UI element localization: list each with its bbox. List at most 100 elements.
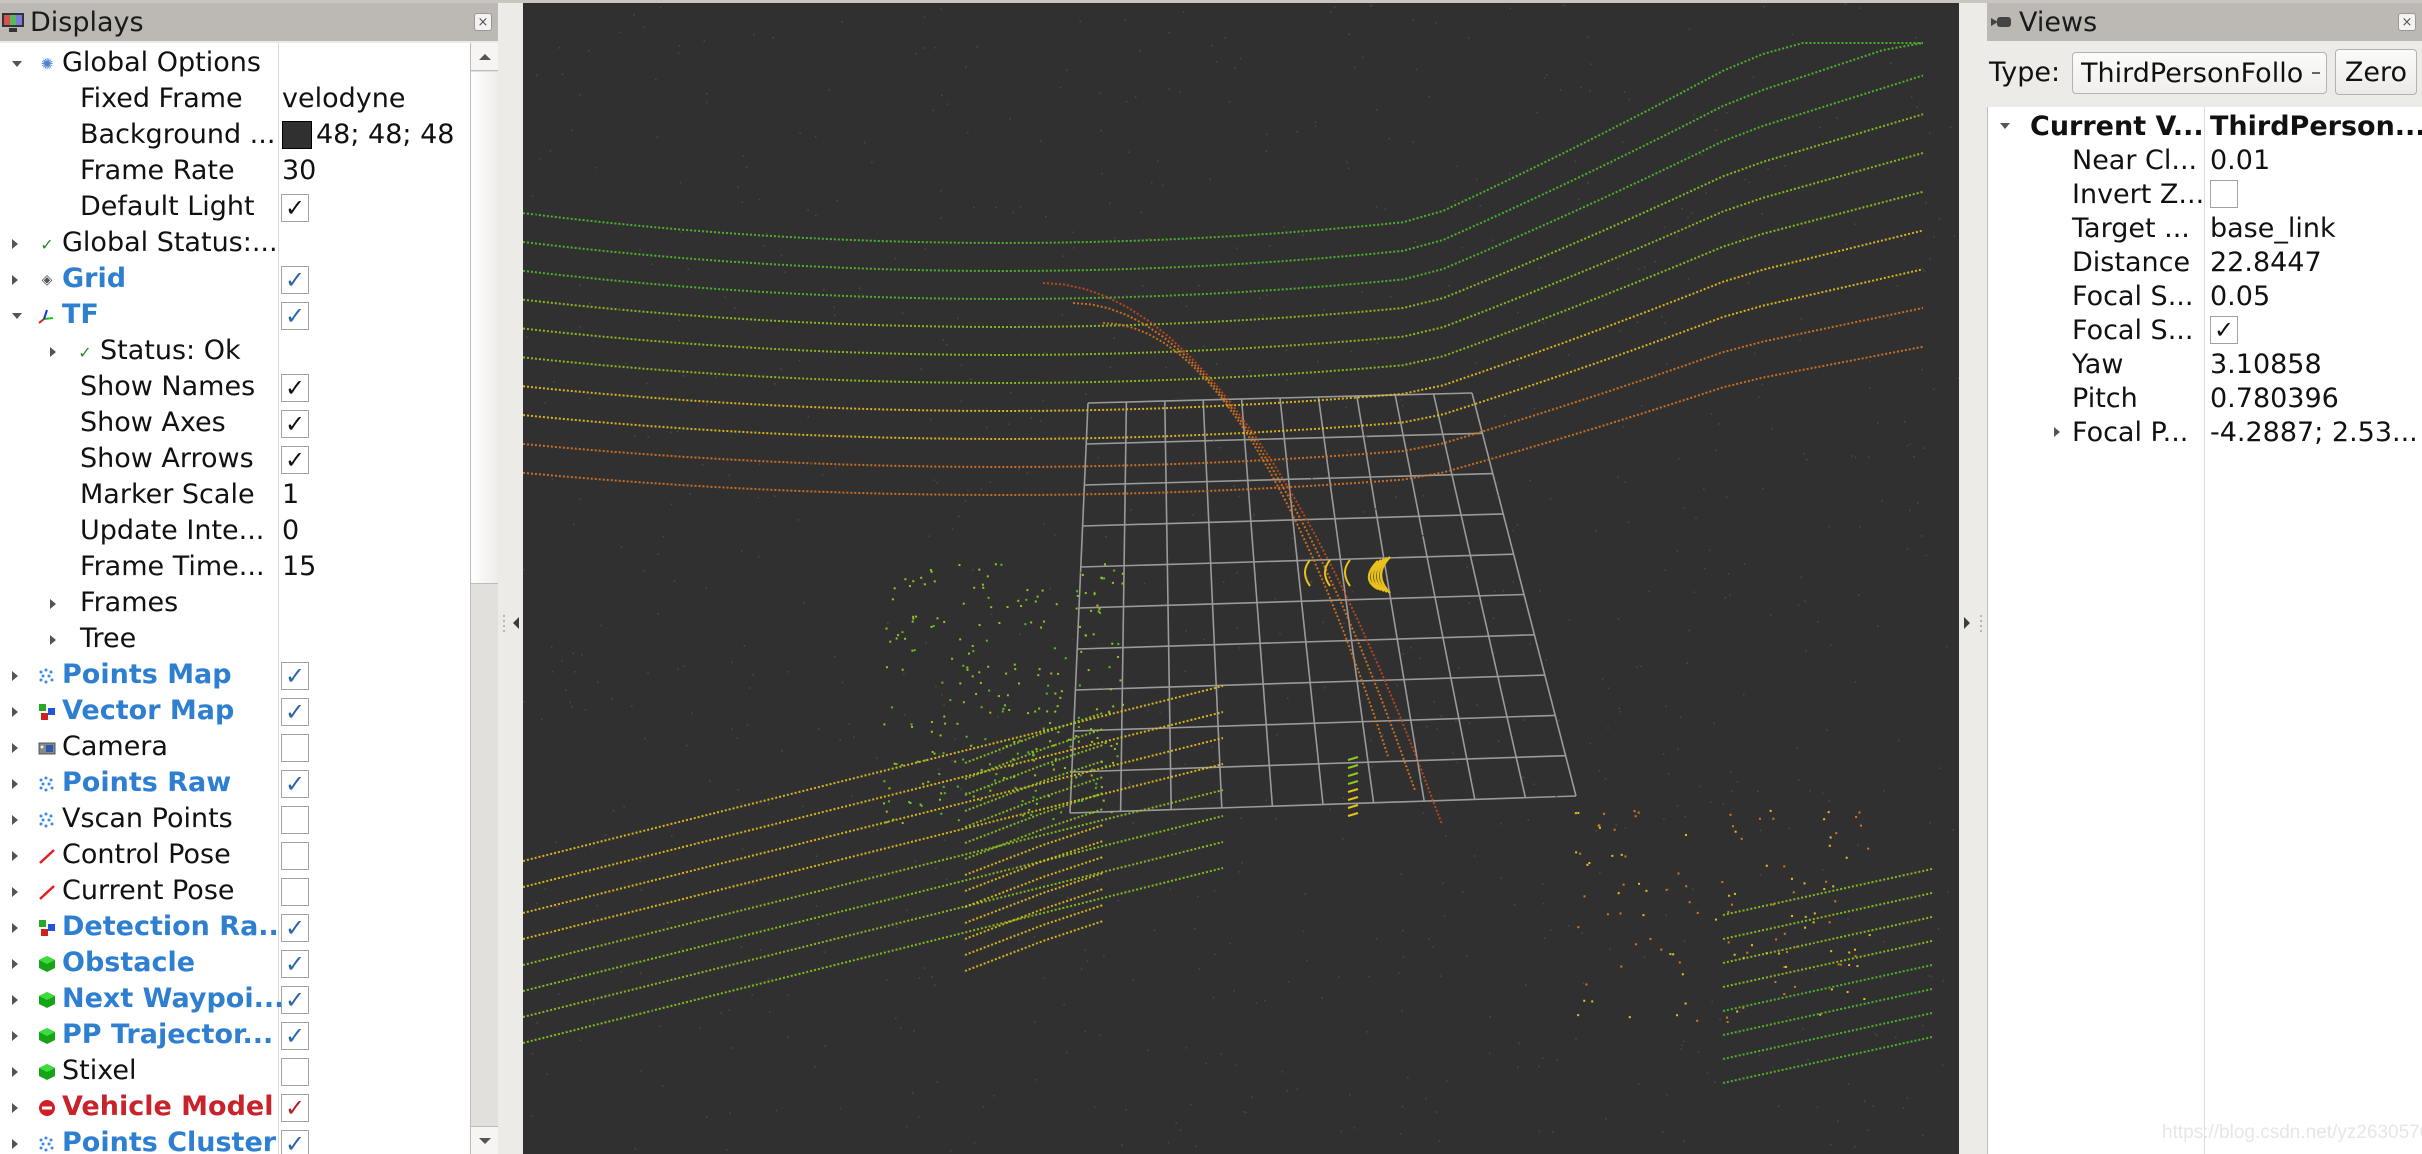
view-row-invert-z[interactable]: Invert Z... [1988,177,2422,211]
view-row-pitch[interactable]: Pitch 0.780396 [1988,381,2422,415]
expand-arrow-icon[interactable] [12,815,18,825]
view-row-near-clip[interactable]: Near Cl... 0.01 [1988,143,2422,177]
display-row-current-pose[interactable]: Current Pose [0,874,470,910]
expand-arrow-icon[interactable] [50,635,56,645]
view-property-checkbox[interactable]: ✓ [2210,316,2238,344]
display-row-camera[interactable]: Camera [0,730,470,766]
display-row-points-map[interactable]: Points Map ✓ [0,658,470,694]
enable-checkbox[interactable]: ✓ [281,1022,309,1050]
enable-checkbox[interactable] [281,806,309,834]
display-value[interactable]: 0 [282,515,299,546]
zero-button[interactable]: Zero [2335,49,2417,95]
collapse-arrow-icon[interactable] [2000,123,2010,129]
view-row-yaw[interactable]: Yaw 3.10858 [1988,347,2422,381]
expand-arrow-icon[interactable] [12,887,18,897]
expand-arrow-icon[interactable] [12,779,18,789]
display-value[interactable]: 15 [282,551,316,582]
expand-arrow-icon[interactable] [12,707,18,717]
display-row-next-waypoint[interactable]: Next Waypoi... ✓ [0,982,470,1018]
scroll-down-button[interactable] [471,1126,498,1154]
display-row-show-names[interactable]: Show Names ✓ [0,370,470,406]
display-value[interactable]: 1 [282,479,299,510]
expand-arrow-icon[interactable] [12,671,18,681]
displays-close-button[interactable]: × [474,13,492,31]
enable-checkbox[interactable]: ✓ [281,374,309,402]
collapse-right-icon[interactable] [1964,617,1970,629]
enable-checkbox[interactable]: ✓ [281,986,309,1014]
view-row-focal-shape-fixed[interactable]: Focal S... ✓ [1988,313,2422,347]
display-row-default-light[interactable]: Default Light ✓ [0,190,470,226]
view-row-distance[interactable]: Distance 22.8447 [1988,245,2422,279]
display-row-tf[interactable]: TF ✓ [0,298,470,334]
display-row-tf-status[interactable]: ✓ Status: Ok [0,334,470,370]
expand-arrow-icon[interactable] [12,1103,18,1113]
collapse-arrow-icon[interactable] [12,61,22,67]
enable-checkbox[interactable]: ✓ [281,1130,309,1154]
display-row-obstacle[interactable]: Obstacle ✓ [0,946,470,982]
expand-arrow-icon[interactable] [50,347,56,357]
display-row-show-axes[interactable]: Show Axes ✓ [0,406,470,442]
expand-arrow-icon[interactable] [12,923,18,933]
enable-checkbox[interactable]: ✓ [281,302,309,330]
display-value[interactable]: 48; 48; 48 [282,119,454,150]
displays-title-bar[interactable]: Displays × [0,3,498,41]
display-row-pp-trajectory[interactable]: PP Trajector... ✓ [0,1018,470,1054]
expand-arrow-icon[interactable] [12,239,18,249]
render-3d-view[interactable] [523,3,1959,1154]
enable-checkbox[interactable]: ✓ [281,1094,309,1122]
expand-arrow-icon[interactable] [12,743,18,753]
display-row-global-options[interactable]: ✺ Global Options [0,46,470,82]
expand-arrow-icon[interactable] [12,1139,18,1149]
expand-arrow-icon[interactable] [50,599,56,609]
enable-checkbox[interactable]: ✓ [281,770,309,798]
current-view-row[interactable]: Current V... ThirdPerson... [1988,109,2422,143]
view-property-value[interactable]: 0.01 [2210,145,2270,176]
display-row-detection-range[interactable]: Detection Ra... ✓ [0,910,470,946]
enable-checkbox[interactable]: ✓ [281,950,309,978]
display-row-background-color[interactable]: Background ... 48; 48; 48 [0,118,470,154]
expand-arrow-icon[interactable] [12,995,18,1005]
display-row-vector-map[interactable]: Vector Map ✓ [0,694,470,730]
display-row-show-arrows[interactable]: Show Arrows ✓ [0,442,470,478]
view-type-select[interactable]: ThirdPersonFollower (rviz) [2072,52,2327,94]
display-row-points-cluster[interactable]: Points Cluster ✓ [0,1126,470,1154]
views-tree[interactable]: Current V... ThirdPerson... Near Cl... 0.… [1987,107,2422,1154]
enable-checkbox[interactable]: ✓ [281,914,309,942]
display-row-grid[interactable]: ◈ Grid ✓ [0,262,470,298]
display-row-update-interval[interactable]: Update Inte... 0 [0,514,470,550]
enable-checkbox[interactable]: ✓ [281,446,309,474]
view-property-value[interactable]: 0.780396 [2210,383,2339,414]
enable-checkbox[interactable]: ✓ [281,662,309,690]
enable-checkbox[interactable] [281,1058,309,1086]
display-row-frame-timeout[interactable]: Frame Time... 15 [0,550,470,586]
expand-arrow-icon[interactable] [12,1031,18,1041]
display-row-control-pose[interactable]: Control Pose [0,838,470,874]
enable-checkbox[interactable]: ✓ [281,410,309,438]
view-row-focal-point[interactable]: Focal P... -4.2887; 2.53... [1988,415,2422,449]
scroll-up-button[interactable] [471,43,498,71]
display-row-marker-scale[interactable]: Marker Scale 1 [0,478,470,514]
views-close-button[interactable]: × [2398,13,2416,31]
view-row-focal-shape-size[interactable]: Focal S... 0.05 [1988,279,2422,313]
enable-checkbox[interactable]: ✓ [281,194,309,222]
view-property-value[interactable]: 22.8447 [2210,247,2322,278]
enable-checkbox[interactable] [281,734,309,762]
display-row-global-status[interactable]: ✓ Global Status:... [0,226,470,262]
display-row-frame-rate[interactable]: Frame Rate 30 [0,154,470,190]
display-row-fixed-frame[interactable]: Fixed Frame velodyne [0,82,470,118]
expand-arrow-icon[interactable] [12,1067,18,1077]
display-row-points-raw[interactable]: Points Raw ✓ [0,766,470,802]
view-property-value[interactable]: base_link [2210,213,2336,244]
view-property-value[interactable]: -4.2887; 2.53... [2210,417,2418,448]
enable-checkbox[interactable]: ✓ [281,266,309,294]
display-value[interactable]: velodyne [282,83,405,114]
color-swatch[interactable] [282,120,312,149]
display-value[interactable]: 30 [282,155,316,186]
right-splitter[interactable] [1959,3,1987,1154]
expand-arrow-icon[interactable] [2054,427,2060,437]
enable-checkbox[interactable]: ✓ [281,698,309,726]
scroll-thumb[interactable] [471,72,498,584]
enable-checkbox[interactable] [281,842,309,870]
enable-checkbox[interactable] [281,878,309,906]
view-row-target-frame[interactable]: Target ... base_link [1988,211,2422,245]
